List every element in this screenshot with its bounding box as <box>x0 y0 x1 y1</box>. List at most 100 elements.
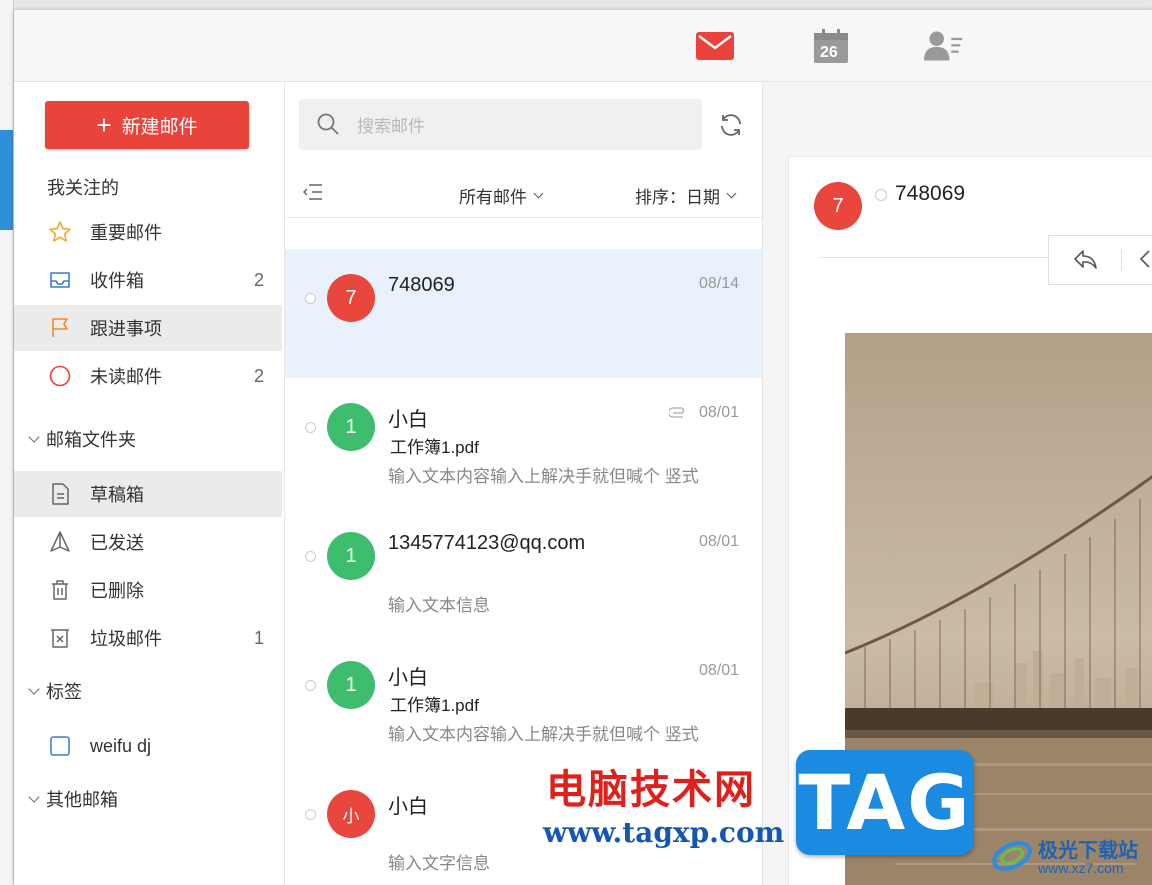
divider <box>1121 250 1122 270</box>
watermark-site-url: www.xz7.com <box>1038 860 1124 876</box>
watermark-cn-text: 电脑技术网 <box>546 766 756 813</box>
watermark-site-logo: 极光下载站 www.xz7.com <box>990 832 1150 880</box>
unread-dot-icon[interactable] <box>305 422 316 433</box>
reply-actions <box>1048 235 1152 285</box>
collapse-menu-icon[interactable] <box>302 184 323 205</box>
sidebar-item-label: weifu dj <box>90 735 152 756</box>
sent-icon <box>48 530 72 554</box>
flag-icon <box>48 316 72 340</box>
mail-sender: 1345774123@qq.com <box>388 532 586 554</box>
sidebar-item-label: 已删除 <box>90 581 144 601</box>
sidebar-item-unread[interactable]: 未读邮件 2 <box>14 353 282 399</box>
mail-sender: 748069 <box>388 274 455 296</box>
search-icon <box>316 112 340 141</box>
followed-section-title: 我关注的 <box>47 178 119 198</box>
mail-app-window: 26 + 新建邮件 我关注的 重要邮件 收件箱 2 跟进事项 未读邮件 2 邮箱… <box>14 10 1152 885</box>
mail-sender: 小白 <box>388 796 428 818</box>
mail-list-item[interactable]: 7 748069 08/14 <box>285 249 762 378</box>
sidebar-item-label: 已发送 <box>90 533 144 553</box>
sidebar-item-tag[interactable]: weifu dj <box>14 723 282 769</box>
chevron-down-icon <box>533 188 544 199</box>
trash-icon <box>48 578 72 602</box>
sidebar: + 新建邮件 我关注的 重要邮件 收件箱 2 跟进事项 未读邮件 2 邮箱文件夹… <box>14 82 285 885</box>
sidebar-item-deleted[interactable]: 已删除 <box>14 567 282 613</box>
sidebar-item-important[interactable]: 重要邮件 <box>14 209 282 255</box>
watermark-site-name: 极光下载站 <box>1038 840 1138 862</box>
other-mailbox-title: 其他邮箱 <box>46 790 118 810</box>
chevron-down-icon <box>28 431 40 443</box>
mail-preview: 输入文本信息 <box>388 596 490 615</box>
mail-date: 08/14 <box>698 275 739 292</box>
list-filter-bar: 所有邮件 排序：日期 <box>285 170 762 218</box>
inbox-icon <box>48 268 72 292</box>
mail-subject: 工作簿1.pdf <box>390 696 479 715</box>
sidebar-item-drafts[interactable]: 草稿箱 <box>14 471 282 517</box>
avatar: 7 <box>327 274 375 322</box>
chevron-down-icon <box>726 188 737 199</box>
attachment-icon <box>667 406 687 424</box>
compose-label: 新建邮件 <box>121 116 198 138</box>
watermark-tag-logo: TAG <box>796 750 974 855</box>
desktop-tile <box>0 130 13 230</box>
mail-list-item[interactable]: 1 小白 08/01 工作簿1.pdf 输入文本内容输入上解决手就但喊个 竖式 <box>285 378 762 507</box>
mail-date: 08/01 <box>698 404 739 421</box>
sidebar-item-inbox[interactable]: 收件箱 2 <box>14 257 282 303</box>
draft-icon <box>48 482 72 506</box>
unread-dot-icon[interactable] <box>305 680 316 691</box>
mail-subject: 工作簿1.pdf <box>390 438 479 457</box>
compose-button[interactable]: + 新建邮件 <box>45 101 249 149</box>
mail-sender: 小白 <box>388 667 428 689</box>
plus-icon: + <box>96 110 112 140</box>
unread-dot-icon[interactable] <box>305 293 316 304</box>
search-input[interactable]: 搜索邮件 <box>299 99 702 150</box>
mail-list-item[interactable]: 1 1345774123@qq.com 08/01 输入文本信息 <box>285 507 762 636</box>
checkbox-icon <box>48 734 72 758</box>
sidebar-item-spam[interactable]: 垃圾邮件 1 <box>14 615 282 661</box>
sidebar-item-count: 1 <box>253 627 264 648</box>
tags-section-toggle[interactable]: 标签 <box>28 678 82 704</box>
mail-date: 08/01 <box>698 533 739 550</box>
sidebar-item-label: 垃圾邮件 <box>90 629 162 649</box>
mail-list-item[interactable]: 1 小白 08/01 工作簿1.pdf 输入文本内容输入上解决手就但喊个 竖式 <box>285 636 762 765</box>
sidebar-item-count: 2 <box>253 365 264 386</box>
spam-icon <box>48 626 72 650</box>
mail-preview: 输入文本内容输入上解决手就但喊个 竖式 <box>388 725 699 744</box>
avatar: 1 <box>327 403 375 451</box>
search-placeholder: 搜索邮件 <box>357 117 425 136</box>
divider <box>819 257 1079 258</box>
sort-dropdown[interactable]: 排序：日期 <box>635 183 737 208</box>
reply-all-icon[interactable] <box>1139 248 1152 277</box>
calendar-day: 26 <box>820 44 838 61</box>
unread-circle-icon <box>48 364 72 388</box>
contacts-icon[interactable] <box>924 28 964 64</box>
avatar: 7 <box>814 182 862 230</box>
filter-label: 所有邮件 <box>459 188 527 207</box>
sidebar-item-followup[interactable]: 跟进事项 <box>14 305 282 351</box>
filter-dropdown[interactable]: 所有邮件 <box>459 183 544 208</box>
unread-dot-icon[interactable] <box>305 551 316 562</box>
folders-section-title: 邮箱文件夹 <box>46 430 136 450</box>
reader-sender: 748069 <box>895 182 966 205</box>
calendar-icon[interactable]: 26 <box>811 28 851 64</box>
sidebar-item-count: 2 <box>253 269 264 290</box>
sidebar-item-sent[interactable]: 已发送 <box>14 519 282 565</box>
mail-date: 08/01 <box>698 662 739 679</box>
unread-dot-icon[interactable] <box>305 809 316 820</box>
desktop-background-window <box>0 0 14 885</box>
unread-dot-icon[interactable] <box>875 189 887 201</box>
folders-section-toggle[interactable]: 邮箱文件夹 <box>28 426 136 452</box>
refresh-icon[interactable] <box>718 112 744 138</box>
watermark-url: www.tagxp.com <box>543 816 785 849</box>
sort-label: 排序：日期 <box>635 188 720 207</box>
sidebar-item-label: 跟进事项 <box>90 319 162 339</box>
mail-preview: 输入文本内容输入上解决手就但喊个 竖式 <box>388 467 699 486</box>
sidebar-item-label: 未读邮件 <box>90 367 162 387</box>
other-mailbox-toggle[interactable]: 其他邮箱 <box>28 786 118 812</box>
mail-preview: 输入文字信息 <box>388 854 490 873</box>
sidebar-item-label: 重要邮件 <box>90 223 162 243</box>
mail-sender: 小白 <box>388 409 428 431</box>
mail-icon[interactable] <box>695 28 735 64</box>
top-toolbar: 26 <box>14 10 1152 82</box>
star-icon <box>48 220 72 244</box>
reply-icon[interactable] <box>1073 248 1099 277</box>
